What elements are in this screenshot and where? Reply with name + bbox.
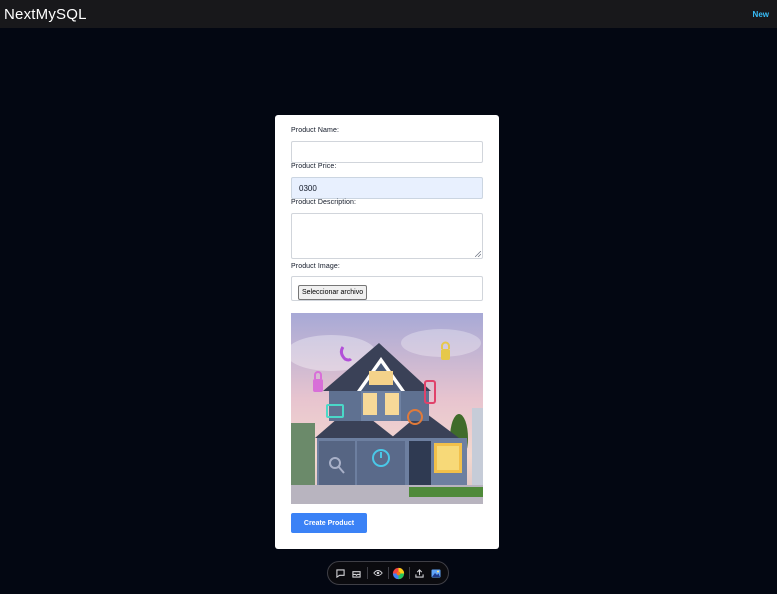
resize-grip-icon[interactable]	[475, 251, 481, 257]
create-product-button[interactable]: Create Product	[291, 513, 367, 533]
toolbar-separator	[387, 567, 389, 579]
choose-file-button[interactable]: Seleccionar archivo	[298, 285, 368, 300]
product-image-preview	[291, 313, 483, 504]
toolbar-separator	[408, 567, 410, 579]
new-product-link[interactable]: New	[753, 10, 769, 19]
product-name-input[interactable]	[291, 141, 483, 163]
house-image	[291, 313, 483, 504]
product-name-label: Product Name:	[291, 127, 339, 134]
product-price-label: Product Price:	[291, 163, 337, 170]
chat-icon[interactable]	[333, 565, 349, 581]
product-description-label: Product Description:	[291, 199, 357, 206]
navbar: NextMySQL New	[0, 0, 777, 28]
product-image-label: Product Image:	[291, 263, 340, 270]
product-description-wrapper	[291, 213, 483, 259]
inbox-icon[interactable]	[349, 565, 365, 581]
brand-logo[interactable]: NextMySQL	[4, 6, 87, 23]
toolbar-separator	[366, 567, 368, 579]
product-description-textarea[interactable]	[291, 213, 483, 259]
product-form-card: Product Name: Product Price: Product Des…	[275, 115, 499, 549]
share-icon[interactable]	[412, 565, 428, 581]
dev-toolbar	[327, 561, 449, 585]
eye-icon[interactable]	[370, 565, 386, 581]
color-wheel-icon[interactable]	[391, 565, 407, 581]
product-price-input[interactable]	[291, 177, 483, 199]
product-image-file-input[interactable]: Seleccionar archivo	[291, 276, 483, 301]
image-icon[interactable]	[428, 565, 444, 581]
